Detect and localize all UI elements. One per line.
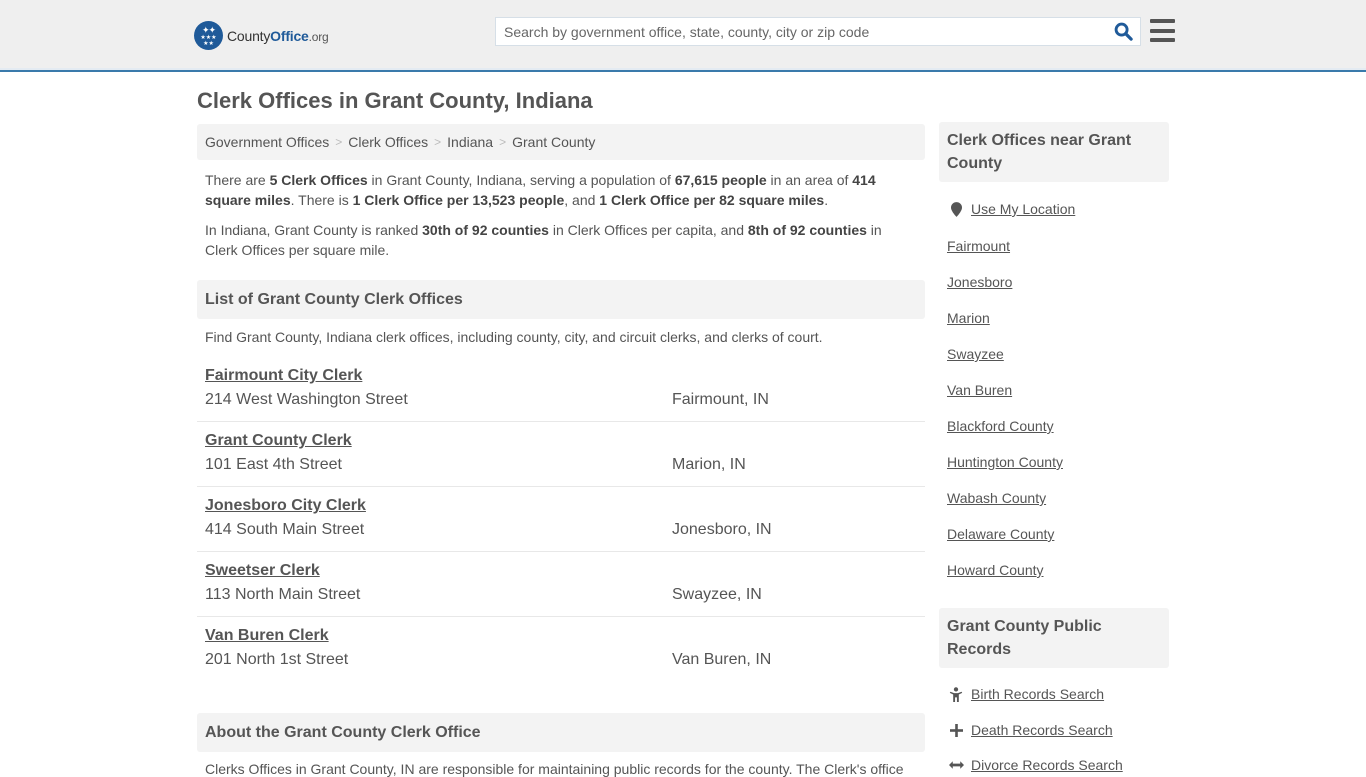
search-input[interactable] bbox=[496, 18, 1106, 45]
death-records-item: Death Records Search bbox=[947, 722, 1113, 738]
breadcrumb-government-offices[interactable]: Government Offices bbox=[205, 134, 329, 150]
breadcrumb-indiana[interactable]: Indiana bbox=[447, 134, 493, 150]
nearby-link[interactable]: Wabash County bbox=[947, 490, 1046, 506]
nearby-link[interactable]: Blackford County bbox=[947, 418, 1054, 434]
nearby-heading: Clerk Offices near Grant County bbox=[939, 122, 1169, 182]
office-name-link[interactable]: Van Buren Clerk bbox=[205, 627, 329, 645]
breadcrumb-separator: > bbox=[499, 135, 507, 149]
search-bar bbox=[495, 17, 1141, 46]
use-my-location: Use My Location bbox=[947, 201, 1075, 217]
nearby-link[interactable]: Huntington County bbox=[947, 454, 1063, 470]
office-city: Van Buren, IN bbox=[672, 651, 772, 668]
logo-wordmark: CountyOffice.org bbox=[227, 27, 329, 44]
arrows-horizontal-icon bbox=[947, 760, 965, 770]
nearby-link[interactable]: Van Buren bbox=[947, 382, 1012, 398]
death-records-link[interactable]: Death Records Search bbox=[971, 722, 1113, 738]
child-icon bbox=[947, 686, 965, 702]
intro-rankings: In Indiana, Grant County is ranked 30th … bbox=[205, 222, 882, 258]
about-heading: About the Grant County Clerk Office bbox=[197, 713, 925, 752]
list-heading: List of Grant County Clerk Offices bbox=[197, 280, 925, 319]
nearby-link[interactable]: Swayzee bbox=[947, 346, 1004, 362]
office-city: Marion, IN bbox=[672, 456, 746, 473]
office-city: Swayzee, IN bbox=[672, 586, 762, 603]
office-item: Sweetser Clerk 113 North Main Street Swa… bbox=[197, 552, 925, 617]
office-address: 101 East 4th Street bbox=[205, 456, 342, 473]
hamburger-menu-icon[interactable] bbox=[1150, 19, 1175, 42]
breadcrumb-separator: > bbox=[335, 135, 343, 149]
list-description: Find Grant County, Indiana clerk offices… bbox=[205, 329, 823, 345]
breadcrumb-clerk-offices[interactable]: Clerk Offices bbox=[348, 134, 428, 150]
search-icon bbox=[1114, 22, 1133, 41]
about-text: Clerks Offices in Grant County, IN are r… bbox=[205, 761, 904, 777]
map-marker-icon bbox=[947, 201, 965, 217]
breadcrumb-grant-county[interactable]: Grant County bbox=[512, 134, 595, 150]
office-name-link[interactable]: Sweetser Clerk bbox=[205, 562, 320, 580]
page-title: Clerk Offices in Grant County, Indiana bbox=[197, 88, 593, 113]
office-name-link[interactable]: Fairmount City Clerk bbox=[205, 367, 362, 385]
nearby-link[interactable]: Jonesboro bbox=[947, 274, 1012, 290]
office-address: 214 West Washington Street bbox=[205, 391, 408, 408]
nearby-link[interactable]: Marion bbox=[947, 310, 990, 326]
office-item: Fairmount City Clerk 214 West Washington… bbox=[197, 357, 925, 422]
office-address: 201 North 1st Street bbox=[205, 651, 349, 668]
office-city: Fairmount, IN bbox=[672, 391, 769, 408]
cross-icon bbox=[947, 723, 965, 737]
office-address: 113 North Main Street bbox=[205, 586, 361, 603]
birth-records-link[interactable]: Birth Records Search bbox=[971, 686, 1104, 702]
office-name-link[interactable]: Jonesboro City Clerk bbox=[205, 497, 366, 515]
office-item: Grant County Clerk 101 East 4th Street M… bbox=[197, 422, 925, 487]
divorce-records-link[interactable]: Divorce Records Search bbox=[971, 757, 1123, 773]
office-city: Jonesboro, IN bbox=[672, 521, 772, 538]
office-address: 414 South Main Street bbox=[205, 521, 365, 538]
nearby-link[interactable]: Fairmount bbox=[947, 238, 1010, 254]
search-button[interactable] bbox=[1106, 18, 1140, 45]
use-my-location-link[interactable]: Use My Location bbox=[971, 201, 1075, 217]
site-logo[interactable]: ✦✦ ★★★ ★★ CountyOffice.org bbox=[194, 21, 329, 50]
divorce-records-item: Divorce Records Search bbox=[947, 757, 1123, 773]
intro-statistics: There are 5 Clerk Offices in Grant Count… bbox=[205, 172, 876, 208]
breadcrumb-separator: > bbox=[434, 135, 442, 149]
breadcrumb: Government Offices > Clerk Offices > Ind… bbox=[197, 124, 925, 160]
nearby-link[interactable]: Delaware County bbox=[947, 526, 1054, 542]
office-name-link[interactable]: Grant County Clerk bbox=[205, 432, 352, 450]
eagle-badge-icon: ✦✦ ★★★ ★★ bbox=[194, 21, 223, 50]
site-header: ✦✦ ★★★ ★★ CountyOffice.org bbox=[0, 0, 1366, 72]
office-item: Van Buren Clerk 201 North 1st Street Van… bbox=[197, 617, 925, 682]
records-heading: Grant County Public Records bbox=[939, 608, 1169, 668]
office-list: Fairmount City Clerk 214 West Washington… bbox=[197, 357, 925, 682]
office-item: Jonesboro City Clerk 414 South Main Stre… bbox=[197, 487, 925, 552]
nearby-link[interactable]: Howard County bbox=[947, 562, 1044, 578]
birth-records-item: Birth Records Search bbox=[947, 686, 1104, 702]
